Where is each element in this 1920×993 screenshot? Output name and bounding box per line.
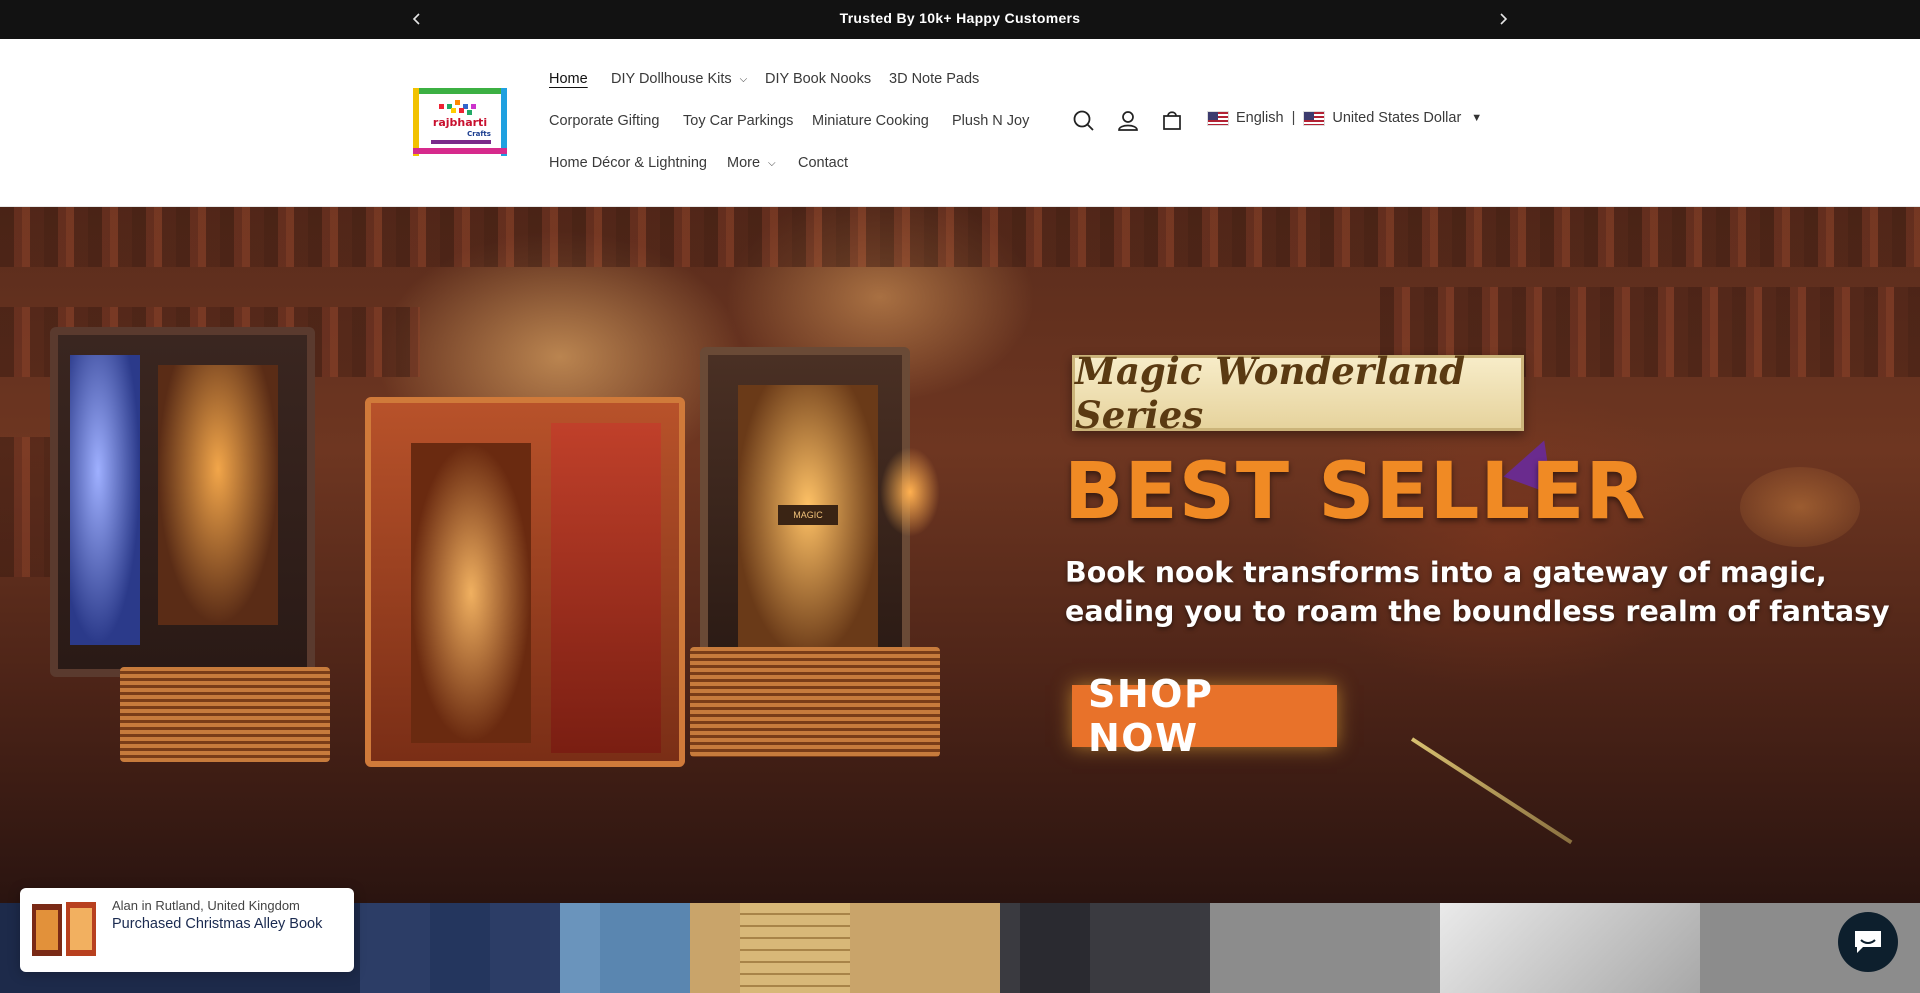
chat-icon — [1855, 931, 1881, 953]
announcement-message: Trusted By 10k+ Happy Customers — [839, 10, 1081, 26]
nav-cooking-label: Miniature Cooking — [812, 113, 929, 129]
product-thumbnail-image — [32, 902, 96, 956]
lantern-glow — [880, 447, 940, 537]
nav-note-pads-label: 3D Note Pads — [889, 71, 980, 87]
purchase-product: Purchased Christmas Alley Book — [112, 916, 323, 932]
nav-plush-label: Plush N Joy — [952, 113, 1030, 129]
announcement-bar: Trusted By 10k+ Happy Customers — [0, 0, 1920, 39]
search-icon — [1073, 110, 1094, 131]
book-spine-image — [560, 903, 600, 993]
svg-text:rajbharti: rajbharti — [433, 116, 487, 129]
nav-contact-label: Contact — [798, 155, 848, 171]
cart-icon — [1163, 111, 1181, 130]
svg-text:Crafts: Crafts — [467, 130, 491, 138]
hero-headline: BEST SELLER — [1064, 447, 1647, 537]
currency-label: United States Dollar — [1332, 110, 1462, 126]
magic-wand-icon — [1410, 737, 1573, 845]
book-base-image — [690, 647, 940, 757]
hero-banner[interactable]: MAGIC Magic Wonderland Series BEST SELLE… — [0, 207, 1920, 903]
purchase-customer: Alan in Rutland, United Kingdom — [112, 898, 300, 913]
us-flag-icon — [1207, 110, 1229, 126]
nav-corporate-gifting[interactable]: Corporate Gifting — [549, 113, 659, 129]
book-spine-image — [1440, 903, 1700, 993]
hero-tagline-line2: eading you to roam the boundless realm o… — [1065, 595, 1890, 628]
book-nook-product-image — [365, 397, 685, 767]
series-title: Magic Wonderland Series — [1075, 349, 1466, 437]
book-spine-image — [430, 903, 490, 993]
shop-now-label: SHOP NOW — [1088, 672, 1214, 760]
nav-dollhouse-label: DIY Dollhouse Kits — [611, 71, 732, 87]
book-nook-product-image — [50, 327, 315, 677]
nav-home-label: Home — [549, 71, 588, 87]
locale-selector[interactable]: English | United States Dollar ▼ — [1207, 110, 1482, 126]
cart-button[interactable] — [1158, 107, 1186, 135]
account-icon — [1118, 111, 1138, 131]
caret-down-icon: ▼ — [1471, 112, 1483, 124]
nav-contact[interactable]: Contact — [798, 155, 848, 171]
chevron-right-icon — [1500, 13, 1508, 25]
recent-purchase-popup[interactable]: Alan in Rutland, United Kingdom Purchase… — [20, 888, 354, 972]
nav-home-decor[interactable]: Home Décor & Lightning — [549, 155, 707, 171]
nav-more-label: More — [727, 155, 761, 171]
hero-tagline: Book nook transforms into a gateway of m… — [1065, 553, 1890, 631]
shop-now-button[interactable]: SHOP NOW — [1072, 672, 1337, 760]
nav-diy-dollhouse-kits[interactable]: DIY Dollhouse Kits ⌵ — [611, 71, 747, 87]
nook-sign-label: MAGIC — [778, 505, 838, 525]
announcement-next-button[interactable] — [1493, 9, 1513, 29]
book-spine-image — [740, 903, 850, 993]
nav-more[interactable]: More ⌵ — [727, 155, 776, 171]
chevron-down-icon: ⌵ — [739, 74, 748, 85]
chevron-down-icon: ⌵ — [768, 158, 776, 169]
nav-home[interactable]: Home — [549, 71, 588, 87]
site-logo[interactable]: rajbharti Crafts — [409, 86, 511, 158]
nav-book-nooks-label: DIY Book Nooks — [765, 71, 872, 87]
rajbharti-logo-icon: rajbharti Crafts — [413, 88, 507, 156]
lamp-glow — [1740, 467, 1860, 547]
site-header: rajbharti Crafts Home DIY Dollhouse Kits… — [0, 39, 1920, 207]
account-button[interactable] — [1114, 107, 1142, 135]
nav-home-decor-label: Home Décor & Lightning — [549, 155, 707, 171]
search-button[interactable] — [1070, 107, 1098, 135]
book-spine-image — [1020, 903, 1090, 993]
nav-toy-car-label: Toy Car Parkings — [683, 113, 794, 129]
language-label: English — [1236, 110, 1284, 126]
product-thumbnail — [30, 900, 98, 960]
book-base-image — [120, 667, 330, 762]
series-banner: Magic Wonderland Series — [1072, 349, 1524, 437]
nav-corporate-label: Corporate Gifting — [549, 113, 660, 129]
us-flag-icon — [1303, 110, 1326, 126]
hero-tagline-line1: Book nook transforms into a gateway of m… — [1065, 556, 1827, 589]
nav-3d-note-pads[interactable]: 3D Note Pads — [889, 71, 979, 87]
locale-separator: | — [1291, 110, 1296, 126]
nav-miniature-cooking[interactable]: Miniature Cooking — [812, 113, 929, 129]
nav-plush-n-joy[interactable]: Plush N Joy — [952, 113, 1029, 129]
chat-button[interactable] — [1838, 912, 1898, 972]
nav-toy-car-parkings[interactable]: Toy Car Parkings — [683, 113, 793, 129]
nav-diy-book-nooks[interactable]: DIY Book Nooks — [765, 71, 871, 87]
background-bookshelf — [0, 207, 1920, 267]
book-nook-product-image: MAGIC — [700, 347, 910, 677]
